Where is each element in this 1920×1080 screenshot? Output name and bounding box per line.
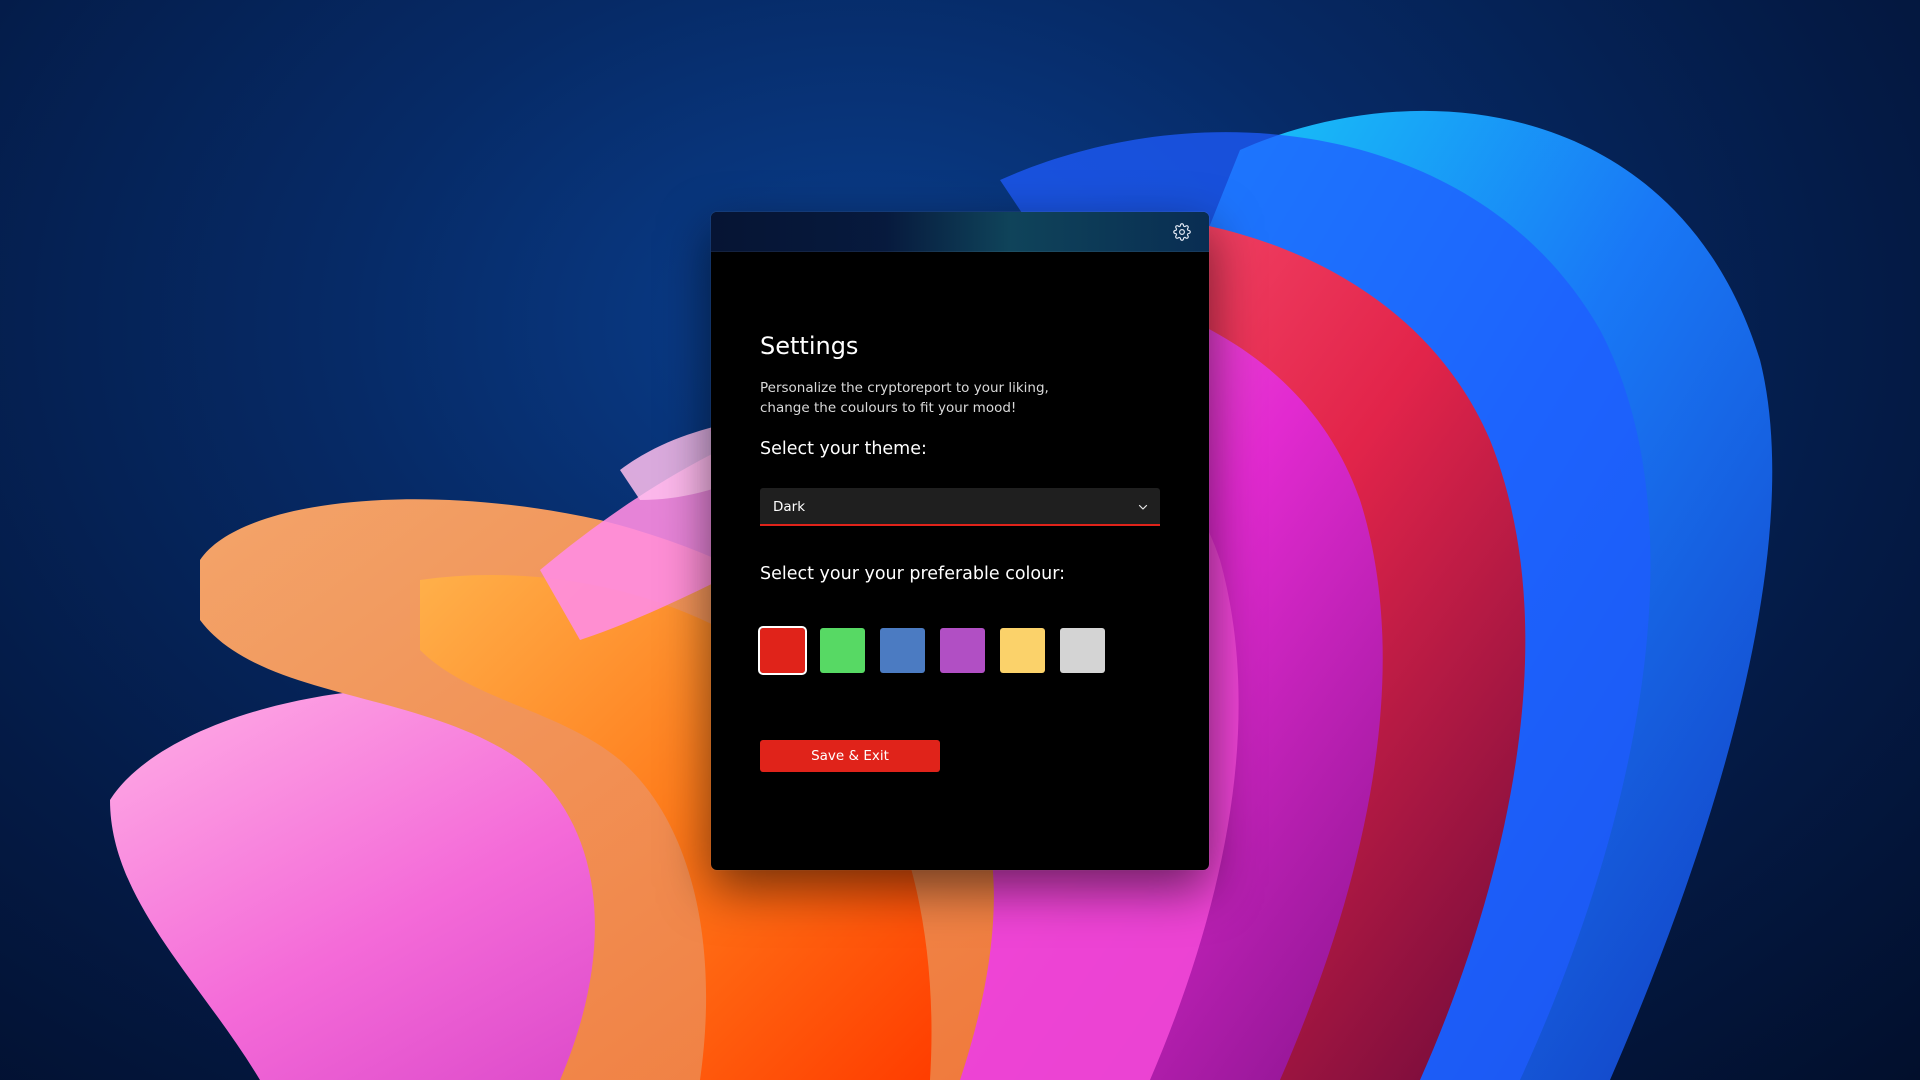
gear-icon [1173, 223, 1191, 241]
save-exit-button[interactable]: Save & Exit [760, 740, 940, 772]
page-title: Settings [760, 332, 859, 360]
swatch-green[interactable] [820, 628, 865, 673]
theme-dropdown-value: Dark [773, 499, 806, 515]
swatch-red[interactable] [758, 626, 807, 675]
settings-window: Settings Personalize the cryptoreport to… [711, 212, 1209, 870]
swatch-grey[interactable] [1060, 628, 1105, 673]
title-bar [711, 212, 1209, 252]
theme-dropdown[interactable]: Dark [760, 488, 1160, 526]
swatch-purple[interactable] [940, 628, 985, 673]
colour-swatches [758, 626, 1105, 675]
chevron-down-icon [1138, 504, 1148, 510]
description-line-2: change the coulours to fit your mood! [760, 400, 1017, 416]
colour-label: Select your your preferable colour: [760, 564, 1065, 584]
settings-button[interactable] [1171, 221, 1193, 243]
swatch-yellow[interactable] [1000, 628, 1045, 673]
settings-description: Personalize the cryptoreport to your lik… [760, 378, 1090, 418]
swatch-blue[interactable] [880, 628, 925, 673]
theme-label: Select your theme: [760, 439, 927, 459]
description-line-1: Personalize the cryptoreport to your lik… [760, 380, 1049, 396]
